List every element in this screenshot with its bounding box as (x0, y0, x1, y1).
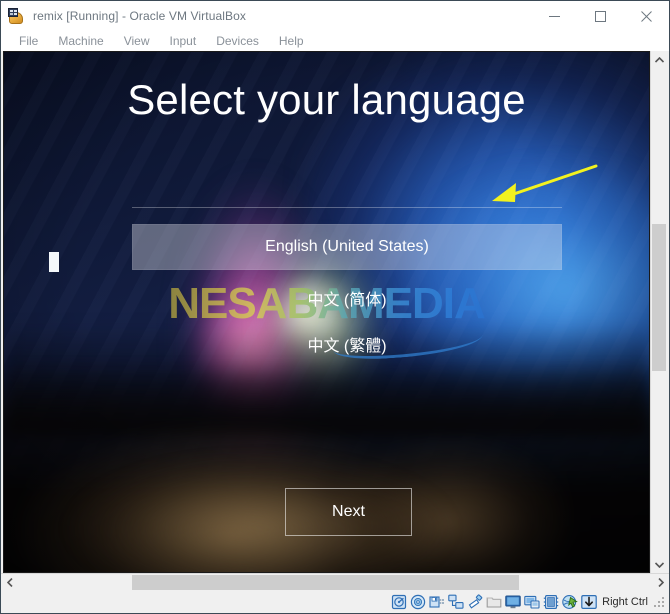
hard-disk-icon[interactable] (391, 594, 407, 610)
horizontal-scroll-track[interactable] (18, 574, 652, 591)
window-title: remix [Running] - Oracle VM VirtualBox (33, 9, 246, 23)
menu-item-machine[interactable]: Machine (48, 31, 113, 51)
language-option-english[interactable]: English (United States) (132, 224, 562, 270)
vm-viewport-row: NESABAMEDIA Select your language English… (1, 51, 669, 573)
menu-bar: File Machine View Input Devices Help (1, 31, 669, 51)
virtualbox-window: remix [Running] - Oracle VM VirtualBox F… (0, 0, 670, 614)
menu-item-devices[interactable]: Devices (206, 31, 269, 51)
cpu-icon[interactable] (543, 594, 559, 610)
status-icon-group (391, 594, 597, 610)
menu-item-view[interactable]: View (114, 31, 160, 51)
title-bar: remix [Running] - Oracle VM VirtualBox (1, 1, 669, 31)
vertical-scroll-thumb[interactable] (652, 224, 666, 371)
resize-grip[interactable] (654, 595, 666, 609)
keyboard-icon[interactable] (581, 594, 597, 610)
page-title: Select your language (127, 76, 526, 123)
maximize-button[interactable] (577, 1, 623, 31)
virtualbox-icon (8, 7, 25, 25)
scroll-left-arrow-icon[interactable] (1, 574, 18, 591)
status-bar: Right Ctrl (1, 591, 669, 613)
host-key-indicator: Right Ctrl (602, 596, 648, 608)
language-selection-screen: Select your language English (United Sta… (4, 52, 649, 572)
network-icon[interactable] (448, 594, 464, 610)
language-option-chinese-simplified[interactable]: 中文 (简体) (132, 278, 562, 324)
horizontal-scrollbar[interactable] (1, 573, 669, 591)
close-button[interactable] (623, 1, 669, 31)
next-button[interactable]: Next (285, 488, 412, 536)
scroll-down-arrow-icon[interactable] (651, 556, 667, 573)
optical-drive-icon[interactable] (410, 594, 426, 610)
language-list: English (United States) 中文 (简体) 中文 (繁體) (132, 224, 562, 370)
language-option-chinese-traditional[interactable]: 中文 (繁體) (132, 324, 562, 370)
mouse-integration-icon[interactable] (562, 594, 578, 610)
usb-icon[interactable] (467, 594, 483, 610)
recording-icon[interactable] (524, 594, 540, 610)
scroll-right-arrow-icon[interactable] (652, 574, 669, 591)
vertical-scrollbar[interactable] (650, 51, 667, 573)
text-caret (49, 252, 59, 272)
menu-item-help[interactable]: Help (269, 31, 314, 51)
title-divider (132, 207, 562, 208)
horizontal-scroll-thumb[interactable] (132, 575, 519, 590)
scroll-up-arrow-icon[interactable] (651, 51, 667, 68)
shared-folders-icon[interactable] (486, 594, 502, 610)
menu-item-file[interactable]: File (9, 31, 48, 51)
minimize-button[interactable] (531, 1, 577, 31)
window-controls (531, 1, 669, 31)
floppy-drive-icon[interactable] (429, 594, 445, 610)
vertical-scroll-track[interactable] (651, 68, 667, 556)
vm-screen[interactable]: NESABAMEDIA Select your language English… (3, 51, 650, 573)
menu-item-input[interactable]: Input (160, 31, 207, 51)
display-icon[interactable] (505, 594, 521, 610)
annotation-arrow-icon (492, 164, 598, 202)
